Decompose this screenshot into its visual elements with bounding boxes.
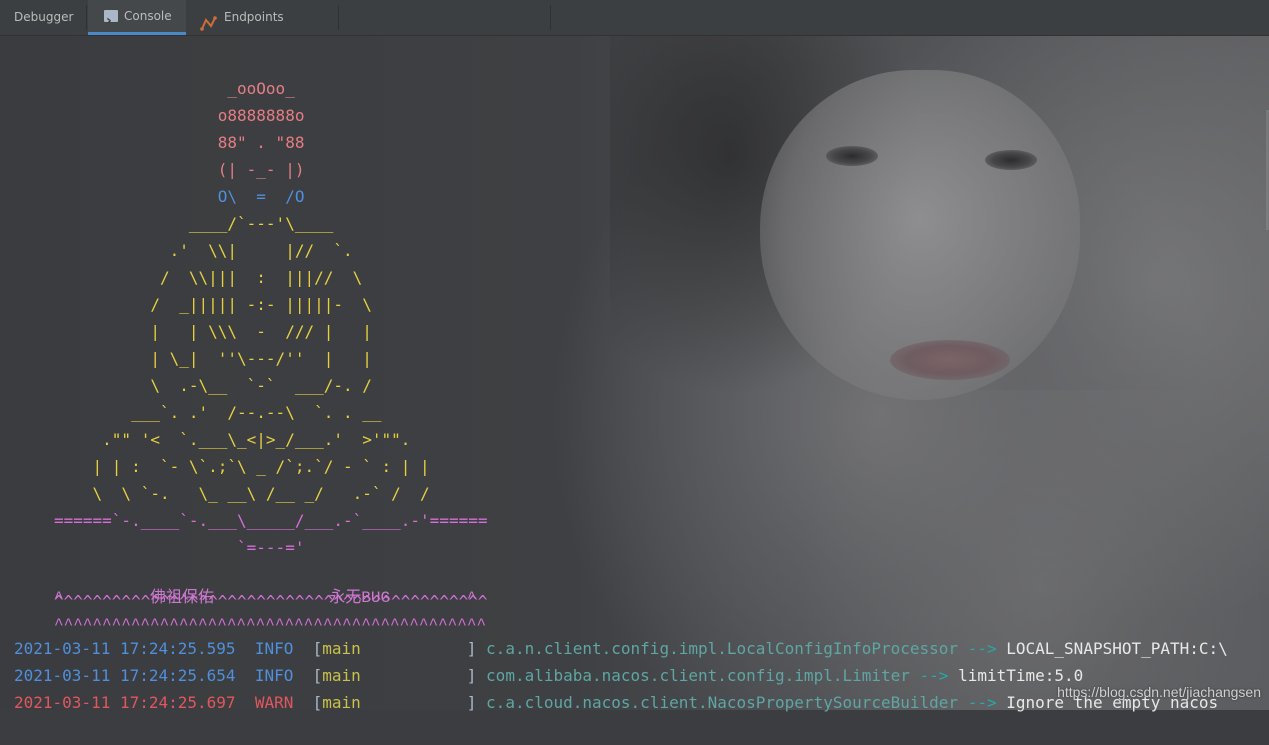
ascii-art-line: `=---=' xyxy=(54,538,305,557)
log-timestamp: 2021-03-11 17:24:25.654 xyxy=(14,666,236,685)
ascii-art-line: ____/`---'\____ xyxy=(54,214,334,233)
ascii-art-line: | | \\\ - /// | | xyxy=(54,322,372,341)
log-thread-close: ] xyxy=(466,666,477,685)
log-thread-open: [ xyxy=(312,639,323,658)
log-level: INFO xyxy=(254,639,294,658)
console-icon xyxy=(104,4,118,39)
blessing-text-left: 佛祖保佑 xyxy=(150,589,215,607)
ascii-art-line: \ \ `-. \_ __\ /__ _/ .-` / / xyxy=(54,484,430,503)
tab-separator xyxy=(86,5,87,30)
ascii-art-line: / \\||| : |||// \ xyxy=(54,268,363,287)
log-thread-close: ] xyxy=(466,639,477,658)
log-thread-close: ] xyxy=(466,693,477,712)
tab-endpoints-label: Endpoints xyxy=(224,10,284,24)
ascii-buddha-art: _ooOoo_ o8888888o 88" . "88 (| -_- |) O\… xyxy=(54,75,487,615)
blessing-text-right: 永无BUG xyxy=(329,589,391,607)
ascii-art-line: \ .-\__ `-` ___/-. / xyxy=(54,376,372,395)
tab-console[interactable]: Console xyxy=(88,0,186,39)
tab-debugger-label: Debugger xyxy=(14,10,74,24)
blessing-caret-left: ^ xyxy=(54,589,64,607)
ascii-art-line: | \_| ''\---/'' | | xyxy=(54,349,372,368)
log-thread: main xyxy=(322,693,467,712)
tab-separator xyxy=(550,5,551,30)
tab-endpoints[interactable]: Endpoints xyxy=(200,0,284,35)
ascii-art-line: / _||||| -:- |||||- \ xyxy=(54,295,372,314)
ascii-art-line: ___`. .' /--.--\ `. . __ xyxy=(54,403,382,422)
tool-window-bar: Debugger Console Endpoints xyxy=(0,0,1269,39)
log-message: LOCAL_SNAPSHOT_PATH:C:\ xyxy=(1006,639,1228,658)
log-thread-open: [ xyxy=(312,666,323,685)
ascii-art-line: .' \\| |// `. xyxy=(54,241,353,260)
log-level: WARN xyxy=(254,693,294,712)
blessing-caret-right: ^ xyxy=(466,589,477,607)
tab-separator xyxy=(338,5,339,30)
log-arrow: --> xyxy=(967,693,997,712)
endpoints-icon xyxy=(200,10,218,31)
log-timestamp: 2021-03-11 17:24:25.595 xyxy=(14,639,236,658)
ascii-art-line: 88" . "88 xyxy=(54,133,305,152)
log-logger: com.alibaba.nacos.client.config.impl.Lim… xyxy=(486,666,910,685)
console-output[interactable]: _ooOoo_ o8888888o 88" . "88 (| -_- |) O\… xyxy=(0,35,1269,712)
watermark: https://blog.csdn.net/jiachangsen xyxy=(1057,684,1261,700)
ascii-art-line: ."" '< `.___\_<|>_/___.' >'"". xyxy=(54,430,411,449)
scrollbar[interactable] xyxy=(1265,70,1269,745)
log-arrow: --> xyxy=(919,666,949,685)
log-level: INFO xyxy=(254,666,294,685)
ascii-art-line: o8888888o xyxy=(54,106,305,125)
ascii-art-line: | | : `- \`.;`\ _ /`;.`/ - ` : | | xyxy=(54,457,430,476)
tab-debugger[interactable]: Debugger xyxy=(14,0,73,35)
log-timestamp: 2021-03-11 17:24:25.697 xyxy=(14,693,236,712)
blessing-line: ^ 佛祖保佑 永无BUG ^ xyxy=(54,585,477,612)
log-logger: c.a.n.client.config.impl.LocalConfigInfo… xyxy=(486,639,959,658)
log-thread-open: [ xyxy=(312,693,323,712)
log-row[interactable]: 2021-03-11 17:24:25.595 INFO [main ] c.a… xyxy=(14,635,1269,662)
ascii-art-line: (| -_- |) xyxy=(54,160,305,179)
ascii-art-line: _ooOoo_ xyxy=(54,79,295,98)
log-thread: main xyxy=(322,639,467,658)
ascii-art-line: O\ = /O xyxy=(54,187,305,206)
ascii-art-line xyxy=(54,561,487,588)
log-logger: c.a.cloud.nacos.client.NacosPropertySour… xyxy=(486,693,959,712)
tab-console-label: Console xyxy=(124,8,172,23)
ascii-art-line: ======`-.____`-.___\_____/___.-`____.-'=… xyxy=(54,511,488,530)
log-arrow: --> xyxy=(967,639,997,658)
log-thread: main xyxy=(322,666,467,685)
